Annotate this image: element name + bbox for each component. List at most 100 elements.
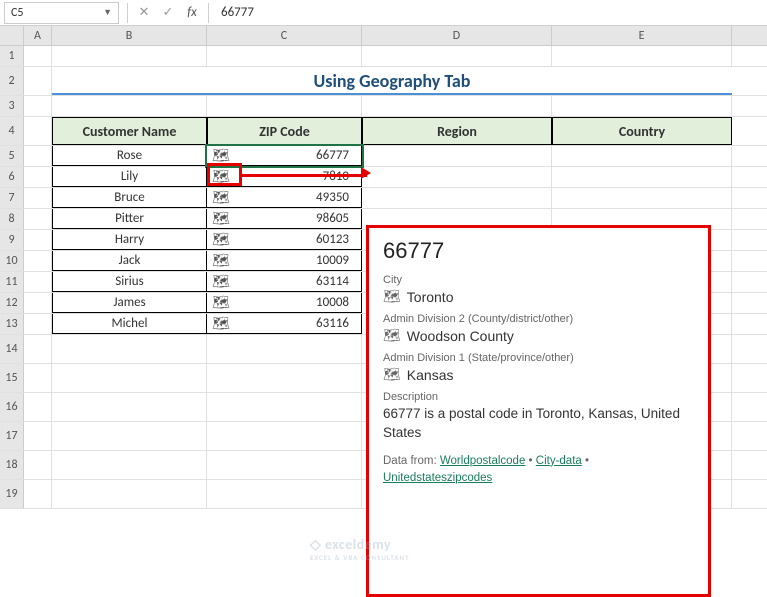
row-header[interactable]: 19	[0, 480, 24, 508]
cell[interactable]	[24, 364, 52, 392]
customer-name-cell[interactable]: Lily	[52, 167, 207, 187]
customer-name-cell[interactable]: James	[52, 293, 207, 313]
row-header[interactable]: 4	[0, 117, 24, 145]
cell[interactable]	[52, 96, 207, 116]
cell[interactable]	[24, 422, 52, 450]
cell[interactable]	[24, 46, 52, 66]
row-header[interactable]: 1	[0, 46, 24, 66]
table-header-zip[interactable]: ZIP Code	[207, 117, 362, 145]
cell[interactable]	[52, 46, 207, 66]
cell[interactable]	[24, 167, 52, 187]
zip-cell[interactable]: 🗺10008	[207, 293, 362, 313]
cell[interactable]	[207, 364, 362, 392]
row-header[interactable]: 7	[0, 188, 24, 208]
cell[interactable]	[52, 422, 207, 450]
zip-cell[interactable]: 🗺7810	[207, 167, 362, 187]
name-box[interactable]: C5 ▼	[4, 2, 119, 24]
cell[interactable]	[207, 96, 362, 116]
cell[interactable]	[362, 167, 552, 187]
cell[interactable]	[362, 146, 552, 166]
cell[interactable]	[24, 451, 52, 479]
page-title[interactable]: Using Geography Tab	[52, 67, 732, 95]
cell[interactable]	[24, 251, 52, 271]
cell[interactable]	[24, 480, 52, 508]
row-header[interactable]: 8	[0, 209, 24, 229]
customer-name-cell[interactable]: Rose	[52, 146, 207, 166]
row-header[interactable]: 15	[0, 364, 24, 392]
cell[interactable]	[552, 167, 732, 187]
cell[interactable]	[24, 96, 52, 116]
zip-cell[interactable]: 🗺60123	[207, 230, 362, 250]
customer-name-cell[interactable]: Sirius	[52, 272, 207, 292]
fx-icon[interactable]: fx	[180, 2, 204, 24]
cell[interactable]	[52, 335, 207, 363]
cell[interactable]	[52, 364, 207, 392]
column-header[interactable]: C	[207, 26, 362, 45]
source-link[interactable]: Unitedstateszipcodes	[383, 472, 492, 484]
column-header[interactable]: A	[24, 26, 52, 45]
customer-name-cell[interactable]: Michel	[52, 314, 207, 334]
cell[interactable]	[24, 230, 52, 250]
column-header[interactable]: D	[362, 26, 552, 45]
zip-cell[interactable]: 🗺10009	[207, 251, 362, 271]
cell[interactable]	[24, 209, 52, 229]
cell[interactable]	[24, 117, 52, 145]
row-header[interactable]: 6	[0, 167, 24, 187]
cell[interactable]	[24, 335, 52, 363]
cell[interactable]	[24, 393, 52, 421]
row-header[interactable]: 12	[0, 293, 24, 313]
formula-input[interactable]: 66777	[213, 3, 767, 22]
chevron-down-icon[interactable]: ▼	[103, 7, 112, 18]
cell[interactable]	[24, 272, 52, 292]
cell[interactable]	[207, 335, 362, 363]
cell[interactable]	[552, 96, 732, 116]
source-link[interactable]: City-data	[536, 455, 582, 467]
row-header[interactable]: 14	[0, 335, 24, 363]
row-header[interactable]: 16	[0, 393, 24, 421]
zip-cell[interactable]: 🗺63116	[207, 314, 362, 334]
column-header[interactable]: B	[52, 26, 207, 45]
cell[interactable]	[362, 96, 552, 116]
cell[interactable]	[207, 422, 362, 450]
cell[interactable]	[24, 293, 52, 313]
cell[interactable]	[552, 146, 732, 166]
table-header-country[interactable]: Country	[552, 117, 732, 145]
cell[interactable]	[552, 46, 732, 66]
customer-name-cell[interactable]: Harry	[52, 230, 207, 250]
cell[interactable]	[52, 451, 207, 479]
customer-name-cell[interactable]: Jack	[52, 251, 207, 271]
cell[interactable]	[207, 451, 362, 479]
column-header[interactable]: E	[552, 26, 732, 45]
cell[interactable]	[207, 46, 362, 66]
cancel-icon[interactable]: ✕	[132, 2, 156, 24]
cell[interactable]	[207, 480, 362, 508]
cell[interactable]	[24, 146, 52, 166]
zip-cell[interactable]: 🗺66777	[207, 146, 362, 166]
row-header[interactable]: 3	[0, 96, 24, 116]
cell[interactable]	[24, 314, 52, 334]
row-header[interactable]: 13	[0, 314, 24, 334]
zip-cell[interactable]: 🗺49350	[207, 188, 362, 208]
row-header[interactable]: 11	[0, 272, 24, 292]
cell[interactable]	[362, 46, 552, 66]
row-header[interactable]: 5	[0, 146, 24, 166]
table-header-name[interactable]: Customer Name	[52, 117, 207, 145]
cell[interactable]	[52, 480, 207, 508]
zip-cell[interactable]: 🗺63114	[207, 272, 362, 292]
row-header[interactable]: 18	[0, 451, 24, 479]
cell[interactable]	[207, 393, 362, 421]
cell[interactable]	[24, 188, 52, 208]
cell[interactable]	[362, 188, 552, 208]
select-all-corner[interactable]	[0, 26, 24, 45]
table-header-region[interactable]: Region	[362, 117, 552, 145]
cell[interactable]	[24, 67, 52, 95]
source-link[interactable]: Worldpostalcode	[440, 455, 525, 467]
row-header[interactable]: 10	[0, 251, 24, 271]
customer-name-cell[interactable]: Bruce	[52, 188, 207, 208]
row-header[interactable]: 2	[0, 67, 24, 95]
customer-name-cell[interactable]: Pitter	[52, 209, 207, 229]
cell[interactable]	[52, 393, 207, 421]
confirm-icon[interactable]: ✓	[156, 2, 180, 24]
zip-cell[interactable]: 🗺98605	[207, 209, 362, 229]
row-header[interactable]: 17	[0, 422, 24, 450]
